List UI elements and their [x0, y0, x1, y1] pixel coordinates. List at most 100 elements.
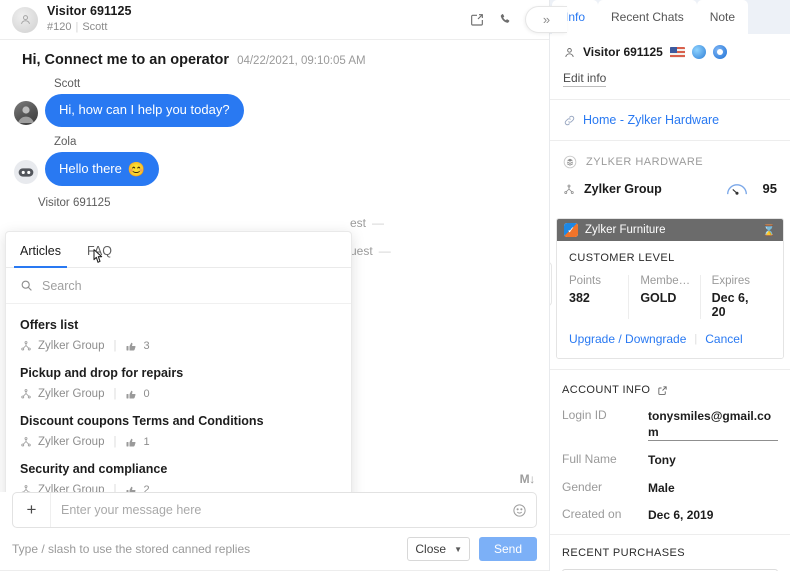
stat-value: 382 [569, 291, 590, 305]
agent-name: Scott [82, 20, 108, 33]
obscured-text: est [350, 216, 367, 231]
list-item[interactable]: Discount coupons Terms and Conditions Zy… [6, 406, 351, 454]
country-flag-icon [669, 46, 685, 58]
recent-purchases-title: RECENT PURCHASES [562, 546, 685, 559]
upgrade-downgrade-link[interactable]: Upgrade / Downgrade [569, 332, 686, 346]
field-full-name: Full Name Tony [550, 452, 790, 479]
hourglass-icon[interactable]: ⌛ [762, 224, 776, 237]
field-login-id: Login ID tonysmiles@gmail.com [550, 408, 790, 452]
org-section-label: ZYLKER HARDWARE [586, 156, 704, 168]
list-item[interactable]: Security and compliance Zylker Group | 2 [6, 454, 351, 492]
message-sender: Scott [54, 78, 81, 90]
screen-share-icon[interactable] [469, 12, 485, 28]
widget-header: Zylker Furniture ⌛ [557, 219, 783, 241]
widget-actions: Upgrade / Downgrade | Cancel [569, 332, 743, 346]
group-row: Zylker Group 95 [550, 178, 790, 212]
article-likes: 0 [143, 388, 150, 400]
articles-search-input[interactable] [42, 278, 337, 293]
article-likes: 1 [143, 436, 150, 448]
person-icon [563, 46, 576, 59]
field-created-on: Created on Dec 6, 2019 [550, 507, 790, 534]
chat-subject-row: Hi, Connect me to an operator 04/22/2021… [14, 50, 535, 78]
plus-icon[interactable]: + [13, 493, 51, 527]
widget-title: Zylker Furniture [585, 224, 666, 236]
field-key: Full Name [562, 452, 617, 467]
chat-panel: Visitor 691125 #120 | Scott » Hi, Connec… [0, 0, 567, 571]
link-icon [563, 114, 576, 127]
customer-level-widget: Zylker Furniture ⌛ CUSTOMER LEVEL Points… [556, 218, 784, 359]
stat-points: Points 382 [569, 275, 628, 319]
visitor-meta: Visitor 691125 #120 | Scott [47, 4, 132, 34]
chat-timestamp: 04/22/2021, 09:10:05 AM [237, 55, 366, 67]
external-link-icon[interactable] [657, 385, 668, 396]
articles-popup-tabs: Articles FAQ [6, 232, 351, 268]
list-item[interactable]: Offers list Zylker Group | 3 [6, 310, 351, 358]
panel-resize-handle[interactable] [550, 262, 552, 306]
message-text: Hi, how can I help you today? [59, 102, 230, 117]
field-gender: Gender Male [550, 480, 790, 507]
info-panel-tabs: Info Recent Chats Note [550, 0, 790, 34]
tab-note[interactable]: Note [696, 0, 749, 34]
info-panel: Info Recent Chats Note Visitor 691125 Ed… [550, 0, 790, 571]
edit-info-row: Edit info [550, 69, 790, 99]
message-bubble: Hi, how can I help you today? [45, 94, 244, 127]
articles-search-row [6, 268, 351, 304]
widget-body: CUSTOMER LEVEL Points 382 Membe… GOLD Ex… [557, 241, 783, 358]
message-input[interactable] [51, 503, 502, 517]
chevron-down-icon: ▼ [454, 544, 462, 554]
field-value: Tony [648, 453, 676, 468]
org-section-header: ZYLKER HARDWARE [550, 141, 790, 178]
thumbs-up-icon [125, 388, 137, 400]
list-item[interactable]: Pickup and drop for repairs Zylker Group… [6, 358, 351, 406]
department-icon [20, 340, 32, 352]
cancel-link[interactable]: Cancel [705, 332, 742, 346]
obscured-text: uest [350, 244, 373, 259]
markdown-indicator[interactable]: M↓ [520, 472, 536, 486]
message-row: Hello there 😊 [14, 151, 535, 187]
tab-articles[interactable]: Articles [14, 244, 67, 268]
article-group: Zylker Group [38, 436, 105, 448]
happiness-score: 95 [762, 181, 777, 196]
send-button[interactable]: Send [479, 537, 537, 561]
tab-faq[interactable]: FAQ [87, 244, 112, 267]
visitor-id: #120 [47, 20, 72, 33]
thumbs-up-icon [125, 340, 137, 352]
search-icon [20, 279, 33, 292]
message-bubble: Hello there 😊 [45, 151, 160, 187]
thumbs-up-icon [125, 484, 137, 492]
composer-footer: Type / slash to use the stored canned re… [0, 528, 549, 570]
phone-call-icon[interactable] [498, 12, 513, 27]
customer-level-label: CUSTOMER LEVEL [569, 252, 675, 264]
tab-recent-chats[interactable]: Recent Chats [598, 0, 697, 34]
visitor-name: Visitor 691125 [47, 4, 132, 19]
account-info-header: ACCOUNT INFO [550, 370, 790, 408]
field-value[interactable]: tonysmiles@gmail.com [648, 408, 778, 442]
chat-messages-area: Hi, Connect me to an operator 04/22/2021… [0, 40, 549, 492]
chat-header: Visitor 691125 #120 | Scott [0, 0, 549, 40]
emoji-smile-icon: 😊 [127, 160, 146, 177]
obscured-chat-line: est — [350, 216, 385, 231]
smiley-icon[interactable] [502, 503, 536, 518]
os-icon [691, 45, 706, 59]
edit-info-link[interactable]: Edit info [563, 71, 607, 87]
layers-icon [563, 155, 577, 169]
article-meta: Zylker Group | 1 [20, 436, 337, 448]
field-value: Dec 6, 2019 [648, 507, 714, 522]
close-dropdown-label: Close [415, 542, 447, 556]
current-page-link[interactable]: Home - Zylker Hardware [583, 113, 719, 127]
close-dropdown-button[interactable]: Close ▼ [407, 537, 470, 561]
chat-subject-text: Hi, Connect me to an operator [22, 52, 230, 68]
expand-panel-button[interactable]: » [525, 6, 567, 33]
avatar [14, 160, 38, 185]
message-row: Hi, how can I help you today? [14, 94, 535, 127]
article-meta: Zylker Group | 3 [20, 340, 337, 352]
article-meta: Zylker Group | 0 [20, 388, 337, 400]
zylker-furniture-logo-icon [564, 223, 578, 237]
composer: + Type / slash to use the stored canned … [0, 492, 549, 571]
visitor-avatar [12, 6, 38, 33]
article-title: Security and compliance [20, 462, 168, 476]
stat-value: GOLD [640, 291, 677, 305]
message-sender: Zola [54, 135, 77, 148]
browser-icon [712, 45, 727, 59]
message-scott: Scott Hi, how can I help you today? [14, 78, 535, 127]
